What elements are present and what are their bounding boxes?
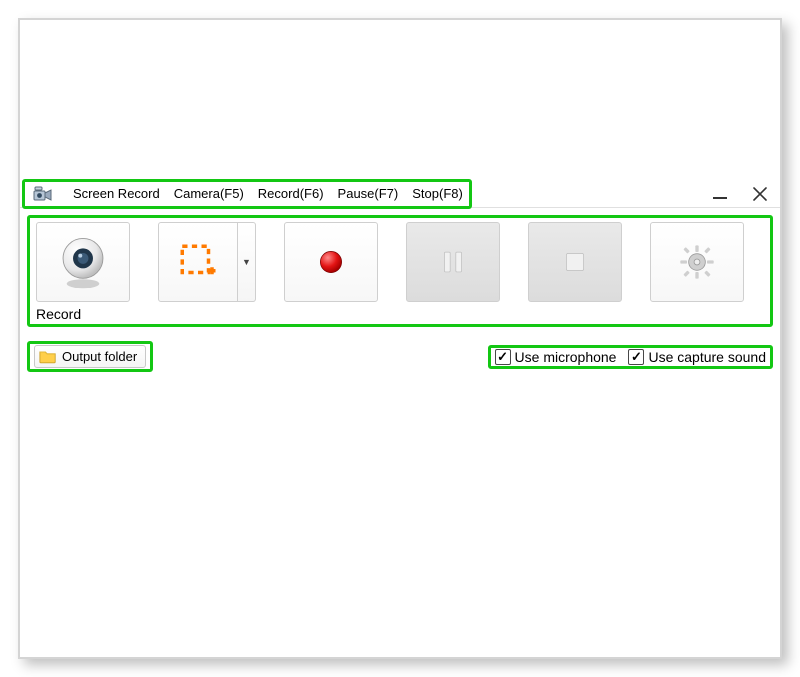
menu-strip: Screen Record Camera(F5) Record(F6) Paus…: [25, 182, 469, 206]
close-icon: [753, 187, 767, 201]
menu-item-stop[interactable]: Stop(F8): [412, 186, 463, 201]
toolbar-highlight: Record ▼: [27, 215, 773, 327]
output-folder-label: Output folder: [62, 349, 137, 364]
camcorder-icon: [33, 184, 53, 204]
settings-button[interactable]: [650, 222, 744, 302]
minimize-icon: [713, 197, 727, 199]
folder-icon: [39, 349, 57, 364]
use-microphone-checkbox[interactable]: ✓ Use microphone: [495, 349, 617, 365]
pause-icon: [436, 245, 470, 279]
output-folder-button[interactable]: Output folder: [34, 345, 146, 368]
select-region-button[interactable]: [158, 222, 238, 302]
stop-button[interactable]: [528, 222, 622, 302]
audio-options-highlight: ✓ Use microphone ✓ Use capture sound: [488, 345, 773, 369]
tool-group-camera: Record: [36, 222, 130, 322]
record-button[interactable]: [284, 222, 378, 302]
minimize-button[interactable]: [700, 180, 740, 208]
output-folder-highlight: Output folder: [27, 341, 153, 372]
pause-button[interactable]: [406, 222, 500, 302]
menu-item-camera[interactable]: Camera(F5): [174, 186, 244, 201]
stop-icon: [558, 245, 592, 279]
gear-icon: [677, 242, 717, 282]
app-frame: Screen Record Camera(F5) Record(F6) Paus…: [18, 18, 782, 659]
selection-icon: [177, 241, 219, 283]
titlebar: Screen Record Camera(F5) Record(F6) Paus…: [20, 180, 780, 208]
use-capture-sound-checkbox[interactable]: ✓ Use capture sound: [628, 349, 766, 365]
menu-item-record[interactable]: Record(F6): [258, 186, 324, 201]
select-region-dropdown[interactable]: ▼: [238, 222, 256, 302]
webcam-icon: [54, 233, 112, 291]
camera-button-label: Record: [36, 306, 130, 322]
tool-group-region: ▼: [158, 222, 256, 302]
toolbar: Record ▼: [36, 222, 764, 322]
use-capture-sound-label: Use capture sound: [648, 349, 766, 365]
checkbox-icon: ✓: [495, 349, 511, 365]
window: Screen Record Camera(F5) Record(F6) Paus…: [20, 180, 780, 372]
close-button[interactable]: [740, 180, 780, 208]
checkbox-icon: ✓: [628, 349, 644, 365]
bottom-row: Output folder ✓ Use microphone ✓ Use cap…: [27, 341, 773, 372]
record-icon: [314, 245, 348, 279]
menu-item-pause[interactable]: Pause(F7): [338, 186, 399, 201]
camera-button[interactable]: [36, 222, 130, 302]
menu-highlight: Screen Record Camera(F5) Record(F6) Paus…: [22, 179, 472, 209]
menu-title[interactable]: Screen Record: [73, 186, 160, 201]
chevron-down-icon: ▼: [242, 257, 251, 267]
use-microphone-label: Use microphone: [515, 349, 617, 365]
